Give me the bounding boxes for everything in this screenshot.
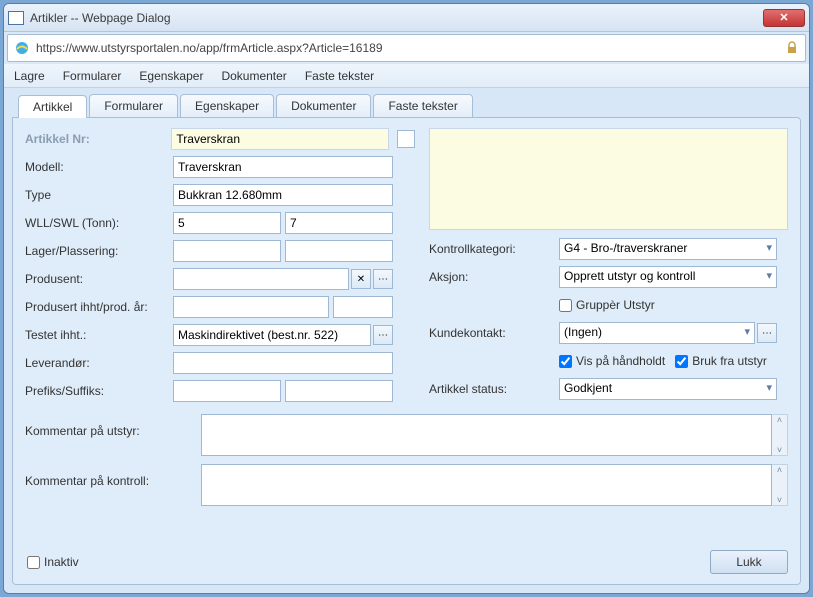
label-lager: Lager/Plassering: <box>25 244 173 258</box>
tab-faste-tekster[interactable]: Faste tekster <box>373 94 472 117</box>
input-artikkel-nr <box>171 128 389 150</box>
label-kommentar-kontroll: Kommentar på kontroll: <box>25 464 201 488</box>
input-wll-2[interactable] <box>285 212 393 234</box>
window-title: Artikler -- Webpage Dialog <box>30 11 763 25</box>
checkbox-grupper-input[interactable] <box>559 299 572 312</box>
lock-icon <box>785 41 799 55</box>
tab-artikkel[interactable]: Artikkel <box>18 95 87 118</box>
preview-box <box>429 128 788 230</box>
input-lager-1[interactable] <box>173 240 281 262</box>
select-status-value: Godkjent <box>564 381 612 395</box>
input-type[interactable] <box>173 184 393 206</box>
browse-testet-button[interactable]: ⋯ <box>373 325 393 345</box>
checkbox-grupper-label: Gruppèr Utstyr <box>576 298 655 312</box>
checkbox-inaktiv-label: Inaktiv <box>44 555 79 569</box>
scroll-down-icon: ˅ <box>777 495 782 505</box>
lukk-button[interactable]: Lukk <box>710 550 788 574</box>
input-leverandor[interactable] <box>173 352 393 374</box>
select-aksjon-value: Opprett utstyr og kontroll <box>564 269 695 283</box>
input-produsert-ihht[interactable] <box>173 296 329 318</box>
label-wll: WLL/SWL (Tonn): <box>25 216 173 230</box>
textarea-kommentar-utstyr[interactable] <box>201 414 772 456</box>
browse-produsent-button[interactable]: ⋯ <box>373 269 393 289</box>
ie-icon <box>14 40 30 56</box>
label-leverandor: Leverandør: <box>25 356 173 370</box>
app-icon <box>8 11 24 25</box>
select-kundekontakt-value: (Ingen) <box>564 325 602 339</box>
checkbox-vis-input[interactable] <box>559 355 572 368</box>
tab-egenskaper[interactable]: Egenskaper <box>180 94 274 117</box>
tab-dokumenter[interactable]: Dokumenter <box>276 94 371 117</box>
clear-produsent-button[interactable]: ✕ <box>351 269 371 289</box>
menu-lagre[interactable]: Lagre <box>14 69 45 83</box>
tab-formularer[interactable]: Formularer <box>89 94 178 117</box>
checkbox-inaktiv[interactable]: Inaktiv <box>27 555 79 569</box>
close-button[interactable]: ✕ <box>763 9 805 27</box>
checkbox-grupper-utstyr[interactable]: Gruppèr Utstyr <box>559 298 655 312</box>
label-modell: Modell: <box>25 160 173 174</box>
input-lager-2[interactable] <box>285 240 393 262</box>
input-prod-aar[interactable] <box>333 296 393 318</box>
select-kontrollkategori[interactable]: G4 - Bro-/traverskraner <box>559 238 777 260</box>
textarea-kommentar-kontroll[interactable] <box>201 464 772 506</box>
url-text: https://www.utstyrsportalen.no/app/frmAr… <box>36 41 785 55</box>
scroll-up-icon: ˄ <box>777 465 782 475</box>
menubar: Lagre Formularer Egenskaper Dokumenter F… <box>4 64 809 88</box>
scrollbar-kommentar-kontroll[interactable]: ˄˅ <box>772 464 788 506</box>
select-kontrollkategori-value: G4 - Bro-/traverskraner <box>564 241 687 255</box>
input-wll-1[interactable] <box>173 212 281 234</box>
tab-strip: Artikkel Formularer Egenskaper Dokumente… <box>12 94 801 117</box>
checkbox-brukfra-input[interactable] <box>675 355 688 368</box>
label-artikkel-nr: Artikkel Nr: <box>25 132 171 146</box>
label-prefiks: Prefiks/Suffiks: <box>25 384 173 398</box>
input-produsent[interactable] <box>173 268 349 290</box>
checkbox-vis-handholdt[interactable]: Vis på håndholdt <box>559 354 665 368</box>
label-testet: Testet ihht.: <box>25 328 173 342</box>
checkbox-vis-label: Vis på håndholdt <box>576 354 665 368</box>
scroll-up-icon: ˄ <box>777 415 782 425</box>
label-status: Artikkel status: <box>429 382 559 396</box>
checkbox-inaktiv-input[interactable] <box>27 556 40 569</box>
input-modell[interactable] <box>173 156 393 178</box>
menu-dokumenter[interactable]: Dokumenter <box>221 69 286 83</box>
content-area: Artikkel Formularer Egenskaper Dokumente… <box>4 88 809 593</box>
label-type: Type <box>25 188 173 202</box>
scrollbar-kommentar-utstyr[interactable]: ˄˅ <box>772 414 788 456</box>
tab-panel: Artikkel Nr: Modell: Type WLL/SWL (Tonn)… <box>12 117 801 585</box>
checkbox-bruk-fra-utstyr[interactable]: Bruk fra utstyr <box>675 354 767 368</box>
menu-formularer[interactable]: Formularer <box>63 69 122 83</box>
menu-faste-tekster[interactable]: Faste tekster <box>305 69 374 83</box>
label-produsert: Produsert ihht/prod. år: <box>25 300 173 314</box>
label-kontrollkategori: Kontrollkategori: <box>429 242 559 256</box>
label-kommentar-utstyr: Kommentar på utstyr: <box>25 414 201 438</box>
select-aksjon[interactable]: Opprett utstyr og kontroll <box>559 266 777 288</box>
select-status[interactable]: Godkjent <box>559 378 777 400</box>
label-produsent: Produsent: <box>25 272 173 286</box>
label-aksjon: Aksjon: <box>429 270 559 284</box>
titlebar: Artikler -- Webpage Dialog ✕ <box>4 4 809 32</box>
checkbox-brukfra-label: Bruk fra utstyr <box>692 354 767 368</box>
label-kundekontakt: Kundekontakt: <box>429 326 559 340</box>
input-prefiks[interactable] <box>173 380 281 402</box>
artikkel-nr-checkbox[interactable] <box>397 130 415 148</box>
menu-egenskaper[interactable]: Egenskaper <box>139 69 203 83</box>
select-kundekontakt[interactable]: (Ingen) <box>559 322 755 344</box>
address-bar: https://www.utstyrsportalen.no/app/frmAr… <box>7 34 806 62</box>
scroll-down-icon: ˅ <box>777 445 782 455</box>
input-suffiks[interactable] <box>285 380 393 402</box>
input-testet[interactable] <box>173 324 371 346</box>
dialog-window: Artikler -- Webpage Dialog ✕ https://www… <box>3 3 810 594</box>
browse-kundekontakt-button[interactable]: ⋯ <box>757 323 777 343</box>
